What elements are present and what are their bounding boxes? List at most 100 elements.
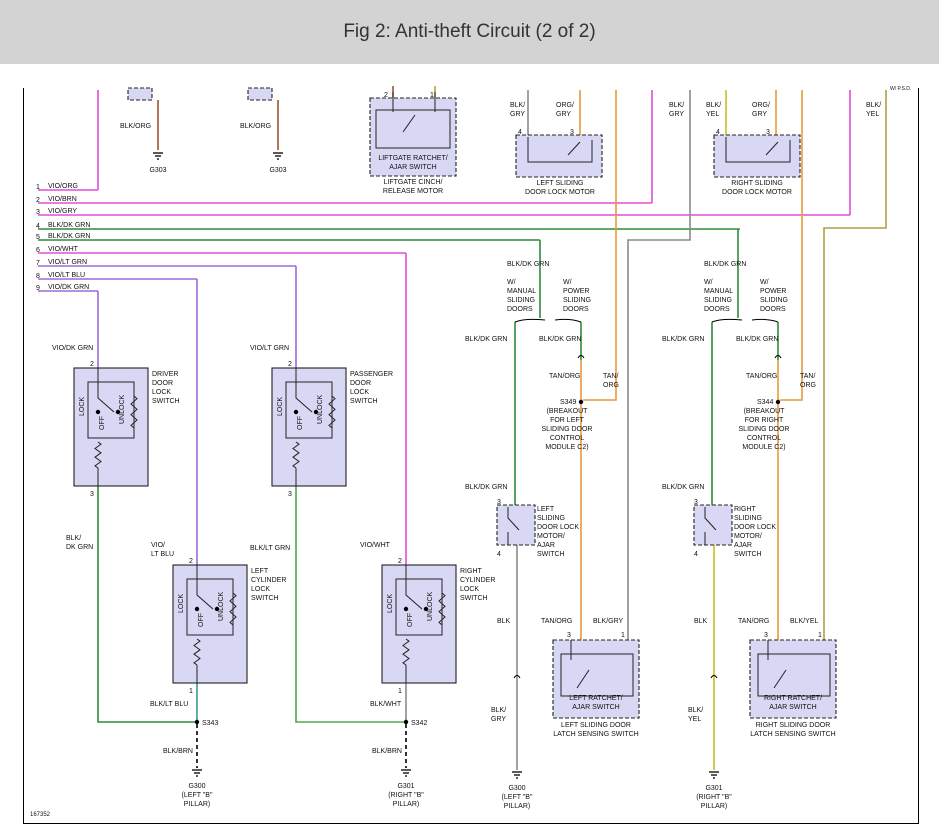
right_cyl-unlock-text: UNLOCK bbox=[427, 591, 434, 621]
passenger-pin3: 3 bbox=[288, 491, 292, 498]
bottom-splice-2: S342 bbox=[411, 720, 427, 727]
g303-wire-label-2: BLK/ORG bbox=[240, 123, 271, 130]
bus-label-4: BLK/DK GRN bbox=[48, 222, 90, 229]
driver-pin-dot-1 bbox=[95, 409, 101, 415]
driver-lock-text: LOCK bbox=[79, 397, 86, 416]
bottom-splice-1: S343 bbox=[202, 720, 218, 727]
bottom-splice-dot-1 bbox=[194, 719, 200, 725]
figure-number: 167352 bbox=[30, 812, 51, 818]
bottom-splice-dot-2 bbox=[403, 719, 409, 725]
bus-number-4: 4 bbox=[36, 223, 40, 230]
passenger-pin-dot-1 bbox=[293, 409, 299, 415]
left_branch-wire-b: BLK/DK GRN bbox=[539, 336, 581, 343]
passenger-off-text: OFF bbox=[297, 416, 304, 430]
right_branch-wire-c: BLK/DK GRN bbox=[662, 484, 704, 491]
bottom-wire-label-2: BLK/BRN bbox=[372, 748, 402, 755]
corner-label: W/ P.S.D. bbox=[890, 86, 911, 92]
right_branch-tan-org: TAN/ORG bbox=[746, 373, 777, 380]
bus-label-9: VIO/DK GRN bbox=[48, 284, 89, 291]
blk-gry-long-wire bbox=[627, 90, 691, 640]
g303-component-2 bbox=[247, 87, 273, 101]
right_branch-ratchet-wire: BLK/YEL bbox=[790, 618, 819, 625]
left_branch-breakout: (BREAKOUT FOR LEFT SLIDING DOOR CONTROL MODU… bbox=[542, 408, 593, 451]
lsd-pin-4: 4 bbox=[518, 129, 522, 136]
right_branch-ratchet-caption: RIGHT SLIDING DOOR LATCH SENSING SWITCH bbox=[750, 722, 835, 738]
left_branch-wire-c: BLK/DK GRN bbox=[465, 484, 507, 491]
lsd-pin-3: 3 bbox=[570, 129, 574, 136]
right-sliding-door-lock-motor bbox=[713, 134, 801, 178]
left_branch-wire-a: BLK/DK GRN bbox=[465, 336, 507, 343]
left_branch-tan-org-2: TAN/ORG bbox=[541, 618, 572, 625]
right_cyl-name: RIGHT CYLINDER LOCK SWITCH bbox=[460, 568, 495, 602]
right_cyl-pin1: 1 bbox=[398, 688, 402, 695]
right_branch-switch-pin3: 3 bbox=[694, 499, 698, 506]
driver-switch-body bbox=[73, 367, 149, 487]
left_branch-ratchet-wire: BLK/GRY bbox=[593, 618, 624, 625]
rsd-wire1-label: BLK/YEL bbox=[706, 102, 721, 118]
left_branch-lock-motor-switch bbox=[496, 504, 536, 546]
lsd-wire1-label: BLK/GRY bbox=[510, 102, 525, 118]
left_branch-switch-pin4: 4 bbox=[497, 551, 501, 558]
right_branch-wire-b: BLK/DK GRN bbox=[736, 336, 778, 343]
bus-label-7: VIO/LT GRN bbox=[48, 259, 87, 266]
bus-label-1: VIO/ORG bbox=[48, 183, 78, 190]
bus-label-6: VIO/WHT bbox=[48, 246, 79, 253]
liftgate-pin-2: 2 bbox=[384, 92, 388, 99]
bus-number-8: 8 bbox=[36, 273, 40, 280]
right_branch-wire-a: BLK/DK GRN bbox=[662, 336, 704, 343]
left_cyl-wire-in: VIO/LT BLU bbox=[151, 542, 174, 558]
bus-number-2: 2 bbox=[36, 197, 40, 204]
driver-wire-out: BLK/DK GRN bbox=[66, 535, 93, 551]
driver-off-text: OFF bbox=[99, 416, 106, 430]
right-cyl-wire-out: BLK/WHT bbox=[370, 701, 402, 708]
left_cyl-name: LEFT CYLINDER LOCK SWITCH bbox=[251, 568, 286, 602]
left_branch-branch-split bbox=[514, 318, 582, 323]
blk-gry-top-label: BLK/GRY bbox=[669, 102, 684, 118]
rsd-wire2-label: ORG/GRY bbox=[752, 102, 770, 118]
right_cyl-switch-body bbox=[381, 564, 457, 684]
right_branch-splice-dot bbox=[775, 399, 781, 405]
left_branch-bottom-wire: BLK/GRY bbox=[491, 707, 506, 723]
left_branch-manual-label: W/MANUAL SLIDING DOORS bbox=[507, 279, 536, 313]
right_cyl-off-text: OFF bbox=[407, 613, 414, 627]
passenger-unlock-text: UNLOCK bbox=[317, 394, 324, 424]
bottom-ground-label-2: G301 (RIGHT "B" PILLAR) bbox=[388, 783, 424, 808]
bus-number-3: 3 bbox=[36, 209, 40, 216]
g303-label-1: G303 bbox=[149, 167, 166, 174]
bus-number-9: 9 bbox=[36, 285, 40, 292]
left_cyl-pin1: 1 bbox=[189, 688, 193, 695]
right_branch-tan-org-2: TAN/ORG bbox=[738, 618, 769, 625]
passenger-pin2: 2 bbox=[288, 361, 292, 368]
lsd-wire2-label: ORG/GRY bbox=[556, 102, 574, 118]
wiring-diagram: 1 VIO/ORG 2 VIO/BRN 3 VIO/GRY 4 BLK/DK GRN 5 BLK/… bbox=[30, 86, 911, 818]
left_cyl-pin2: 2 bbox=[189, 558, 193, 565]
bus-number-1: 1 bbox=[36, 184, 40, 191]
right_cyl-pin2: 2 bbox=[398, 558, 402, 565]
left_branch-tan-org: TAN/ORG bbox=[549, 373, 580, 380]
right_branch-blk-dk-grn-top: BLK/DK GRN bbox=[704, 261, 746, 268]
right_branch-breakout: (BREAKOUT FOR RIGHT SLIDING DOOR CONTROL MOD… bbox=[739, 408, 790, 451]
bottom-ground-label-1: G300 (LEFT "B" PILLAR) bbox=[182, 783, 213, 808]
right_branch-splice: S344 bbox=[757, 399, 773, 406]
liftgate-motor-label: LIFTGATE CINCH/RELEASE MOTOR bbox=[383, 179, 443, 195]
right_branch-switch-pin4: 4 bbox=[694, 551, 698, 558]
passenger-wire-in: VIO/LT GRN bbox=[250, 345, 289, 352]
rsd-pin-4: 4 bbox=[716, 129, 720, 136]
driver-pin2: 2 bbox=[90, 361, 94, 368]
bottom-wire-label-1: BLK/BRN bbox=[163, 748, 193, 755]
left_branch-ratchet-pin3: 3 bbox=[567, 632, 571, 639]
g303-wire-label-1: BLK/ORG bbox=[120, 123, 151, 130]
blk-yel-long-wire bbox=[823, 90, 887, 640]
passenger-lock-text: LOCK bbox=[277, 397, 284, 416]
bus-label-3: VIO/GRY bbox=[48, 208, 77, 215]
left_branch-splice-dot bbox=[578, 399, 584, 405]
g303-label-2: G303 bbox=[269, 167, 286, 174]
right_branch-blk: BLK bbox=[694, 618, 708, 625]
passenger-wire-out: BLK/LT GRN bbox=[250, 545, 290, 552]
right_cyl-lock-text: LOCK bbox=[387, 594, 394, 613]
left_branch-splice: S349 bbox=[560, 399, 576, 406]
passenger-switch-body bbox=[271, 367, 347, 487]
left_cyl-pin-dot-1 bbox=[194, 606, 200, 612]
passenger-name: PASSENGER DOOR LOCK SWITCH bbox=[350, 371, 393, 405]
bus-number-6: 6 bbox=[36, 247, 40, 254]
